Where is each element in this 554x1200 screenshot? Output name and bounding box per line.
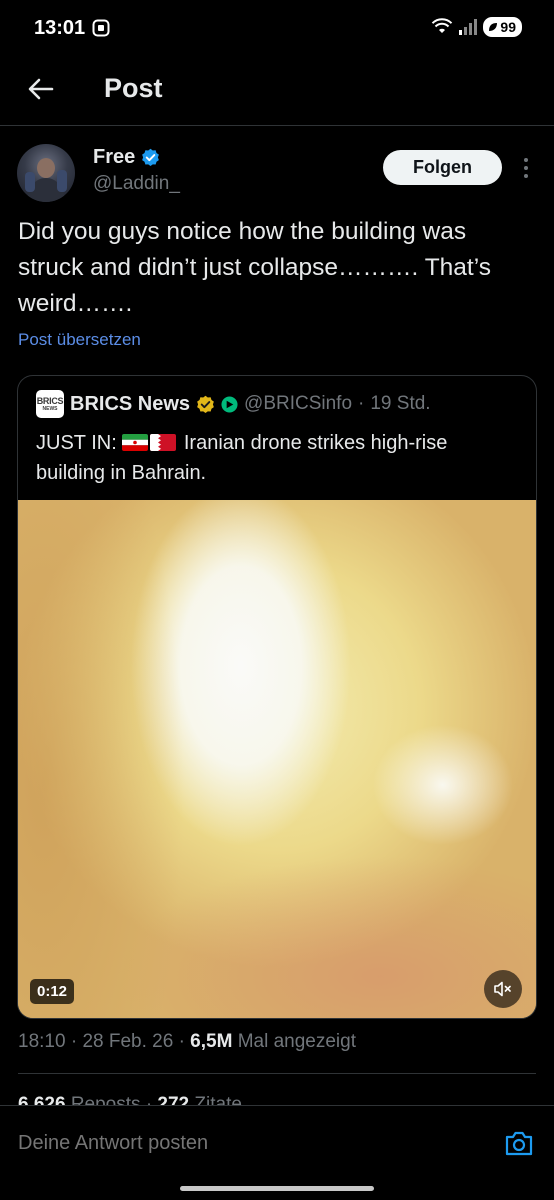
back-arrow-icon[interactable] xyxy=(26,74,56,104)
post-meta: 18:10 · 28 Feb. 26 · 6,5M Mal angezeigt xyxy=(18,1031,356,1053)
battery-indicator: 99 xyxy=(483,17,522,37)
wifi-icon xyxy=(432,18,453,33)
signal-icon xyxy=(459,19,478,35)
quoted-author-name[interactable]: BRICS News xyxy=(70,393,190,416)
brics-logo-text: BRICS xyxy=(36,395,64,406)
home-indicator[interactable] xyxy=(180,1186,374,1191)
quoted-post-header: BRICS NEWS BRICS News @BRICSinfo · 19 St… xyxy=(36,390,431,418)
screen-record-icon xyxy=(92,19,110,37)
post-time: 18:10 xyxy=(18,1031,66,1052)
status-bar: 13:01 99 xyxy=(0,0,554,60)
top-bar: Post xyxy=(0,60,554,126)
video-duration-badge: 0:12 xyxy=(30,979,75,1004)
bahrain-flag-icon xyxy=(150,434,177,451)
quoted-text-prefix: JUST IN: xyxy=(36,432,123,454)
author-display-name[interactable]: Free xyxy=(93,146,135,169)
speaker-muted-icon xyxy=(494,981,511,997)
status-indicators: 99 xyxy=(431,17,522,37)
status-time: 13:01 xyxy=(34,17,86,39)
avatar[interactable] xyxy=(17,144,75,202)
reply-bar xyxy=(0,1105,554,1200)
separator-dot: · xyxy=(70,1031,83,1052)
quoted-post-text: JUST IN: Iranian drone strikes high-rise… xyxy=(36,428,516,488)
separator-dot: · xyxy=(358,393,365,414)
quoted-post[interactable]: BRICS NEWS BRICS News @BRICSinfo · 19 St… xyxy=(17,375,537,1019)
avatar-image xyxy=(25,158,67,202)
iran-flag-icon xyxy=(122,434,149,451)
view-count: 6,5M xyxy=(190,1031,233,1052)
author-handle[interactable]: @Laddin_ xyxy=(93,173,180,195)
author-name[interactable]: Free xyxy=(93,146,160,169)
divider xyxy=(18,1073,536,1074)
video-player[interactable] xyxy=(18,500,536,1018)
page-title: Post xyxy=(104,73,163,103)
quoted-post-time: 19 Std. xyxy=(370,393,431,414)
gold-verified-badge-icon xyxy=(197,395,214,413)
brics-logo-subtext: NEWS xyxy=(42,405,58,412)
views-label: Mal angezeigt xyxy=(237,1031,356,1052)
follow-button[interactable]: Folgen xyxy=(383,150,502,185)
more-options-icon[interactable] xyxy=(516,156,536,180)
verified-badge-icon xyxy=(142,148,160,167)
translate-post-link[interactable]: Post übersetzen xyxy=(18,330,141,350)
brics-news-avatar[interactable]: BRICS NEWS xyxy=(36,390,64,418)
mute-button[interactable] xyxy=(484,970,522,1008)
post-date: 28 Feb. 26 xyxy=(82,1031,174,1052)
reply-input[interactable] xyxy=(18,1132,418,1155)
camera-icon[interactable] xyxy=(504,1129,534,1157)
affiliate-badge-icon xyxy=(221,395,238,413)
leaf-icon xyxy=(489,23,498,31)
post-text: Did you guys notice how the building was… xyxy=(18,218,491,317)
separator-dot: · xyxy=(178,1031,191,1052)
quoted-author-handle[interactable]: @BRICSinfo xyxy=(244,393,352,415)
battery-level: 99 xyxy=(500,19,516,35)
